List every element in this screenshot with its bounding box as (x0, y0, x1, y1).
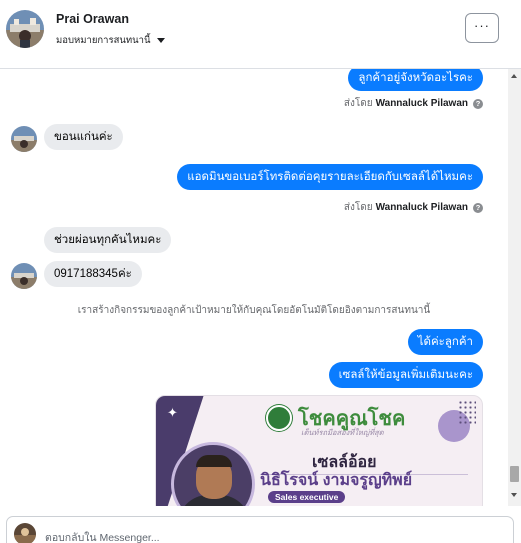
message-thread[interactable]: ลูกค้าอยู่จังหวัดอะไรคะ ส่งโดย Wannaluck… (0, 69, 508, 506)
message-bubble-incoming: ช่วยผ่อนทุกคันไหมคะ (44, 227, 172, 253)
card-role-badge: Sales executive (268, 491, 346, 503)
scrollbar[interactable] (508, 69, 521, 506)
sent-by-prefix: ส่งโดย (343, 98, 373, 109)
assign-conversation-dropdown[interactable]: มอบหมายการสนทนานี้ (56, 33, 165, 48)
help-icon[interactable]: ? (473, 98, 483, 109)
image-attachment[interactable]: ✦ โชคคูณโชค เต็นท์รถมือสองที่ใหญ่ที่สุด … (155, 395, 483, 506)
reply-input[interactable]: ตอบกลับใน Messenger... (6, 516, 514, 543)
page-avatar (14, 523, 36, 543)
reply-placeholder: ตอบกลับใน Messenger... (45, 532, 160, 543)
message-bubble-outgoing: ได้ค่ะลูกค้า (407, 329, 483, 355)
sent-by-prefix: ส่งโดย (343, 202, 373, 213)
brand-logo-icon (266, 405, 292, 431)
card-tagline: เต็นท์รถมือสองที่ใหญ่ที่สุด (301, 428, 384, 437)
reply-footer: ตอบกลับใน Messenger... (0, 506, 521, 543)
contact-avatar[interactable] (6, 10, 44, 48)
sender-name[interactable]: Wannaluck Pilawan (376, 98, 468, 109)
sent-by-label: ส่งโดย Wannaluck Pilawan ? (344, 96, 483, 111)
scroll-up-icon[interactable] (511, 74, 517, 78)
help-icon[interactable]: ? (473, 202, 483, 213)
message-bubble-incoming: 0917188345ค่ะ (44, 261, 142, 287)
message-bubble-outgoing: เซลล์ให้ข้อมูลเพิ่มเติมนะคะ (328, 362, 483, 388)
scroll-down-icon[interactable] (511, 493, 517, 497)
sender-name[interactable]: Wannaluck Pilawan (376, 202, 468, 213)
card-fullname: นิธิโรจน์ งามจรูญทิพย์ (260, 472, 413, 489)
sent-by-label: ส่งโดย Wannaluck Pilawan ? (344, 200, 483, 215)
contact-avatar-small[interactable] (11, 126, 37, 152)
message-bubble-outgoing: แอดมินขอเบอร์โทรติดต่อคุยรายละเอียดกับเซ… (177, 164, 483, 190)
contact-avatar-small[interactable] (11, 263, 37, 289)
conversation-header: Prai Orawan มอบหมายการสนทนานี้ ··· (0, 0, 521, 69)
sparkle-icon: ✦ (167, 405, 178, 420)
message-bubble-outgoing: ลูกค้าอยู่จังหวัดอะไรคะ (348, 69, 483, 91)
system-notice: เราสร้างกิจกรรมของลูกค้าเป้าหมายให้กับคุ… (77, 305, 431, 316)
more-options-button[interactable]: ··· (465, 13, 499, 43)
ellipsis-icon: ··· (474, 18, 490, 33)
card-decoration (458, 400, 476, 426)
assign-label: มอบหมายการสนทนานี้ (56, 35, 151, 46)
contact-name[interactable]: Prai Orawan (56, 12, 129, 26)
message-bubble-incoming: ขอนแก่นค่ะ (44, 124, 123, 150)
caret-down-icon (156, 38, 165, 43)
scrollbar-thumb[interactable] (510, 466, 519, 482)
